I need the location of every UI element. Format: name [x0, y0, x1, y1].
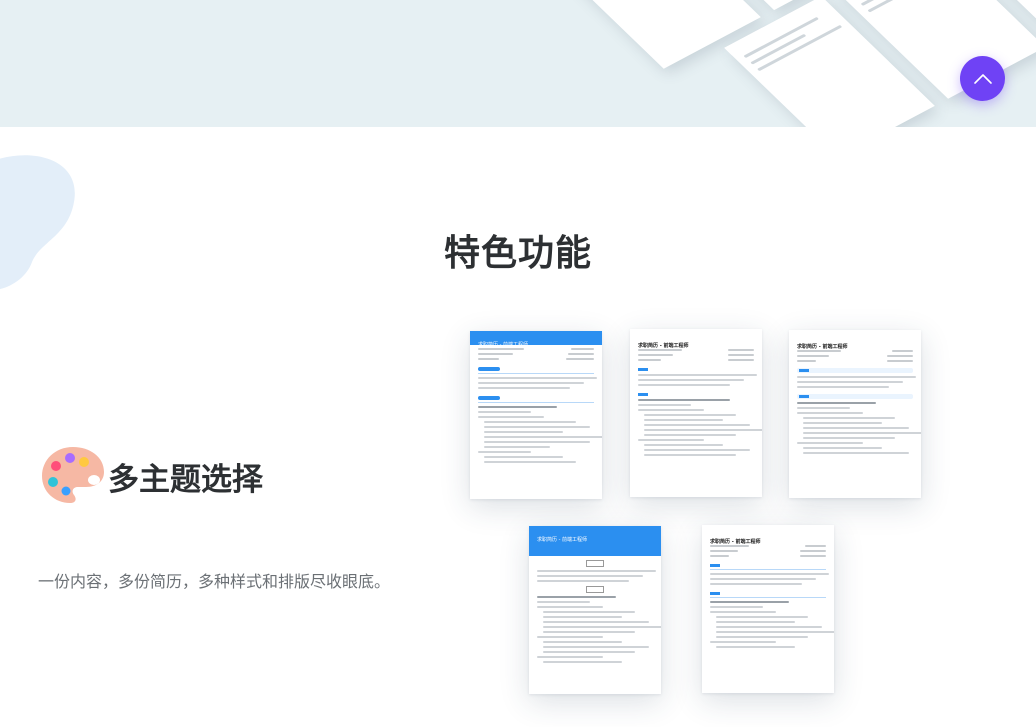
theme-thumbnail-3[interactable]: 求职简历 - 前端工程师: [789, 330, 921, 498]
section-tag: [586, 560, 604, 567]
resume-header: 求职简历 - 前端工程师: [702, 528, 834, 545]
palette-icon: [42, 447, 104, 503]
theme-thumbnail-2[interactable]: 求职简历 - 前端工程师: [630, 329, 762, 497]
theme-thumbnail-1[interactable]: 求职简历 - 前端工程师: [470, 331, 602, 499]
theme-thumbnail-4[interactable]: 求职简历 - 前端工程师: [529, 526, 661, 694]
section-tag: [586, 586, 604, 593]
chevron-up-icon: [973, 73, 992, 84]
collage-card: [550, 0, 761, 69]
theme-thumbnail-5[interactable]: 求职简历 - 前端工程师: [702, 525, 834, 693]
hero-banner: [0, 0, 1036, 127]
resume-header: 求职简历 - 前端工程师: [470, 331, 602, 348]
feature-heading: 多主题选择: [108, 462, 263, 498]
hero-resume-collage: [520, 0, 1036, 127]
scroll-to-top-button[interactable]: [960, 56, 1005, 101]
resume-title: 求职简历 - 前端工程师: [537, 537, 587, 543]
resume-header: 求职简历 - 前端工程师: [789, 333, 921, 350]
section-title: 特色功能: [443, 233, 592, 274]
feature-description: 一份内容，多份简历，多种样式和排版尽收眼底。: [38, 572, 391, 591]
resume-header: 求职简历 - 前端工程师: [630, 332, 762, 349]
resume-header: 求职简历 - 前端工程师: [529, 526, 661, 556]
